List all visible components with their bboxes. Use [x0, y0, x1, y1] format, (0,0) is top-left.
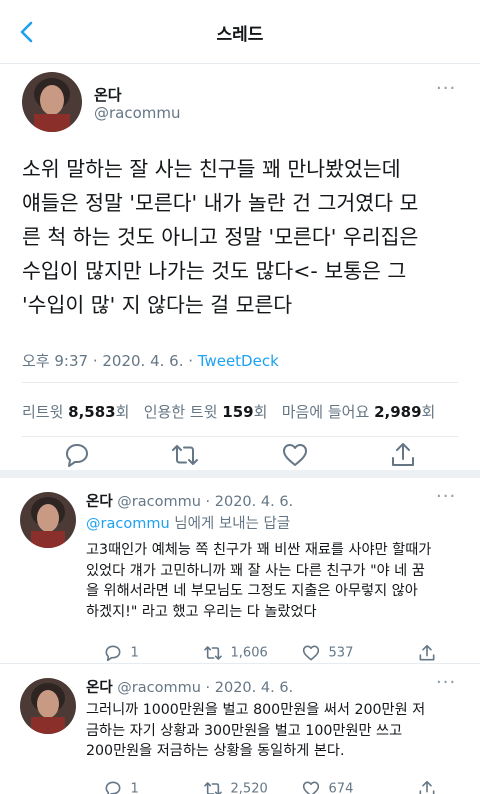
reply-header: 온다 @racommu · 2020. 4. 6.: [86, 490, 293, 511]
main-tweet: 온다 @racommu ··· 소위 말하는 잘 사는 친구들 꽤 만나봤었는데…: [0, 64, 480, 478]
display-name[interactable]: 온다: [86, 680, 113, 696]
replying-suffix: 님에게 보내는 답글: [169, 516, 291, 532]
page-title: 스레드: [216, 25, 264, 45]
divider: [22, 382, 458, 383]
share-button[interactable]: [400, 764, 445, 794]
retweets-unit: 회: [115, 403, 130, 421]
heart-icon: [302, 645, 319, 661]
quotes-label: 인용한 트윗: [129, 403, 223, 421]
retweet-button[interactable]: 2,520: [186, 764, 268, 794]
likes-count[interactable]: 2,989: [374, 403, 421, 421]
tweet-timestamp: 오후 9:37 · 2020. 4. 6. ·: [22, 352, 198, 370]
share-icon: [419, 644, 434, 661]
retweet-icon: [203, 646, 222, 660]
reply-icon: [105, 645, 120, 662]
reply-count: 1: [130, 781, 139, 794]
reply-button[interactable]: 1: [86, 764, 139, 794]
reply-text: 그러니까 1000만원을 벌고 800만원을 써서 200만원 저 금하는 자기…: [86, 702, 426, 759]
like-button[interactable]: 674: [284, 764, 353, 794]
user-handle[interactable]: @racommu: [94, 104, 181, 122]
more-options-icon[interactable]: ···: [436, 672, 456, 693]
reply-icon: [66, 444, 88, 467]
reply-tweet[interactable]: 온다 @racommu · 2020. 4. 6. ··· @racommu 님…: [0, 478, 480, 664]
retweet-icon: [172, 445, 198, 465]
retweet-count: 1,606: [230, 645, 268, 661]
likes-unit: 회: [421, 403, 436, 421]
like-button[interactable]: [280, 440, 310, 470]
tweet-source-link[interactable]: TweetDeck: [198, 352, 279, 370]
likes-label: 마음에 들어요: [267, 403, 375, 421]
reply-count: 1: [130, 645, 139, 661]
retweets-count[interactable]: 8,583: [68, 403, 115, 421]
quotes-count[interactable]: 159: [222, 403, 253, 421]
display-name[interactable]: 온다: [86, 494, 113, 510]
share-icon: [392, 443, 414, 466]
tweet-stats: 리트윗 8,583회 인용한 트윗 159회 마음에 들어요 2,989회: [22, 401, 435, 422]
avatar[interactable]: [20, 678, 76, 734]
user-handle-date: @racommu · 2020. 4. 6.: [112, 680, 294, 696]
tweet-meta: 오후 9:37 · 2020. 4. 6. · TweetDeck: [22, 350, 279, 371]
reply-button[interactable]: [62, 440, 92, 470]
mention-link[interactable]: @racommu: [86, 516, 170, 532]
top-bar: 스레드: [0, 0, 480, 64]
share-icon: [419, 780, 434, 794]
reply-header: 온다 @racommu · 2020. 4. 6.: [86, 676, 293, 697]
retweet-count: 2,520: [230, 781, 268, 794]
retweet-button[interactable]: [170, 440, 200, 470]
avatar[interactable]: [22, 72, 82, 132]
reply-tweet[interactable]: 온다 @racommu · 2020. 4. 6. ··· 그러니까 1000만…: [0, 664, 480, 794]
like-count: 537: [328, 645, 354, 661]
replying-to: @racommu 님에게 보내는 답글: [86, 512, 290, 533]
more-options-icon[interactable]: ···: [436, 78, 456, 99]
retweets-label: 리트윗: [22, 403, 69, 421]
avatar[interactable]: [20, 492, 76, 548]
like-count: 674: [328, 781, 354, 794]
reply-text: 고3때인가 예체능 쪽 친구가 꽤 비싼 재료를 사야만 할때가 있었다 걔가 …: [86, 542, 432, 620]
heart-icon: [283, 444, 307, 466]
retweet-icon: [203, 782, 222, 794]
divider: [22, 436, 458, 437]
user-handle-date: @racommu · 2020. 4. 6.: [112, 494, 294, 510]
reply-icon: [105, 781, 120, 794]
display-name[interactable]: 온다: [94, 84, 122, 105]
more-options-icon[interactable]: ···: [436, 486, 456, 507]
tweet-text: 소위 말하는 잘 사는 친구들 꽤 만나봤었는데 얘들은 정말 '모른다' 내가…: [22, 157, 419, 317]
quotes-unit: 회: [253, 403, 268, 421]
share-button[interactable]: [388, 440, 418, 470]
heart-icon: [302, 781, 319, 794]
